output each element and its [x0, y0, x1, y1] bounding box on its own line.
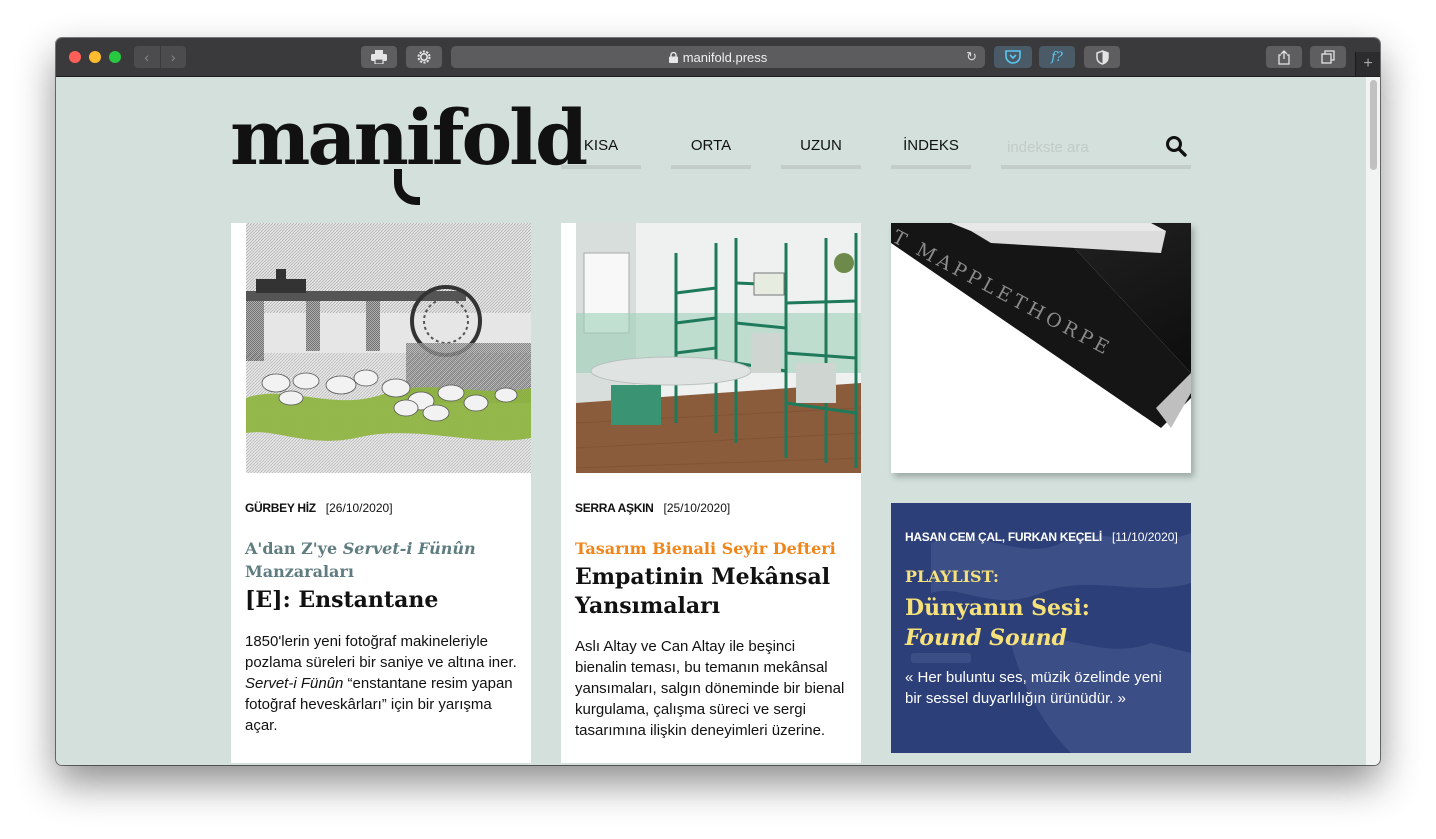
- new-tab-button[interactable]: +: [1355, 52, 1380, 76]
- url-text: manifold.press: [682, 49, 768, 65]
- playlist-byline: HASAN CEM ÇAL, FURKAN KEÇELİ [11/10/2020]: [905, 530, 1178, 544]
- article-byline: SERRA AŞKIN [25/10/2020]: [575, 501, 730, 515]
- book-image-card[interactable]: T MAPPLETHORPE: [891, 223, 1191, 473]
- tabs-icon: [1321, 50, 1335, 64]
- scrollbar-thumb[interactable]: [1370, 80, 1377, 170]
- kicker-part: Manzaraları: [245, 562, 354, 581]
- kicker-part: A'dan Z'ye: [245, 539, 343, 558]
- browser-window: ‹ › manifold.press ↻ f? + manifold KISA …: [56, 38, 1380, 765]
- playlist-authors[interactable]: HASAN CEM ÇAL, FURKAN KEÇELİ: [905, 530, 1102, 544]
- privacy-button[interactable]: [1084, 46, 1120, 68]
- playlist-date: [11/10/2020]: [1111, 530, 1178, 544]
- playlist-quote: « Her buluntu ses, müzik özelinde yeni b…: [905, 669, 1162, 707]
- playlist-title-line1: Dünyanın Sesi:: [905, 595, 1090, 621]
- kicker-italic: Servet-i Fünûn: [342, 539, 476, 558]
- font-button[interactable]: f?: [1039, 46, 1075, 68]
- playlist-card[interactable]: HASAN CEM ÇAL, FURKAN KEÇELİ [11/10/2020]…: [891, 503, 1191, 753]
- article-kicker[interactable]: A'dan Z'ye Servet-i Fünûn Manzaraları: [245, 537, 515, 583]
- history-nav: ‹ ›: [134, 46, 186, 68]
- exhibition-image[interactable]: [576, 223, 861, 473]
- share-icon: [1278, 49, 1290, 65]
- playlist-label: PLAYLIST:: [905, 567, 999, 586]
- article-card-empatinin[interactable]: SERRA AŞKIN [25/10/2020] Tasarım Bienali …: [561, 223, 861, 763]
- shield-icon: [1095, 49, 1109, 65]
- search-input[interactable]: [1005, 135, 1159, 159]
- article-date: [25/10/2020]: [663, 501, 731, 515]
- minimize-window-button[interactable]: [89, 51, 101, 63]
- print-icon: [371, 50, 387, 64]
- page-content: manifold KISA ORTA UZUN İNDEKS indekste …: [56, 77, 1366, 765]
- article-title[interactable]: [E]: Enstantane: [245, 586, 517, 615]
- search-icon[interactable]: [1165, 135, 1187, 157]
- article-title[interactable]: Empatinin Mekânsal Yansımaları: [575, 563, 847, 621]
- lock-icon: [668, 51, 678, 63]
- article-card-enstantane[interactable]: GÜRBEY HİZ [26/10/2020] A'dan Z'ye Servet…: [231, 223, 531, 763]
- nav-indeks[interactable]: İNDEKS: [891, 133, 971, 169]
- tabs-overview-button[interactable]: [1310, 46, 1346, 68]
- zoom-window-button[interactable]: [109, 51, 121, 63]
- address-bar[interactable]: manifold.press ↻: [451, 46, 985, 68]
- logo-tail: [394, 169, 420, 205]
- author-name[interactable]: SERRA AŞKIN: [575, 501, 654, 515]
- gear-icon: [417, 50, 431, 64]
- article-excerpt: 1850'lerin yeni fotoğraf makineleriyle p…: [245, 631, 519, 736]
- excerpt-italic: Servet-i Fünûn: [245, 675, 344, 692]
- article-byline: GÜRBEY HİZ [26/10/2020]: [245, 501, 393, 515]
- excerpt-part: 1850'lerin yeni fotoğraf makineleriyle p…: [245, 633, 517, 671]
- settings-button[interactable]: [406, 46, 442, 68]
- plus-icon: +: [1363, 55, 1373, 72]
- site-logo[interactable]: manifold: [230, 93, 588, 205]
- article-date: [26/10/2020]: [325, 501, 393, 515]
- book-image: T MAPPLETHORPE: [891, 223, 1191, 473]
- print-button[interactable]: [361, 46, 397, 68]
- back-button[interactable]: ‹: [134, 46, 160, 68]
- chevron-right-icon: ›: [170, 49, 176, 65]
- engraving-image[interactable]: [246, 223, 531, 473]
- page-scrollbar[interactable]: [1365, 77, 1380, 765]
- pocket-icon: [1005, 50, 1021, 64]
- reload-icon[interactable]: ↻: [966, 49, 977, 65]
- close-window-button[interactable]: [69, 51, 81, 63]
- browser-toolbar: ‹ › manifold.press ↻ f? +: [56, 38, 1380, 77]
- author-name[interactable]: GÜRBEY HİZ: [245, 501, 316, 515]
- search-box: [1001, 133, 1191, 169]
- pocket-button[interactable]: [994, 46, 1032, 68]
- nav-kisa[interactable]: KISA: [561, 133, 641, 169]
- font-icon: f?: [1051, 49, 1063, 65]
- playlist-title[interactable]: Dünyanın Sesi: Found Sound: [905, 593, 1090, 653]
- share-button[interactable]: [1266, 46, 1302, 68]
- chevron-left-icon: ‹: [144, 49, 150, 65]
- playlist-title-line2: Found Sound: [905, 625, 1068, 651]
- nav-uzun[interactable]: UZUN: [781, 133, 861, 169]
- nav-orta[interactable]: ORTA: [671, 133, 751, 169]
- article-kicker[interactable]: Tasarım Bienali Seyir Defteri: [575, 537, 845, 560]
- article-excerpt: Aslı Altay ve Can Altay ile beşinci bien…: [575, 638, 845, 739]
- forward-button[interactable]: ›: [160, 46, 186, 68]
